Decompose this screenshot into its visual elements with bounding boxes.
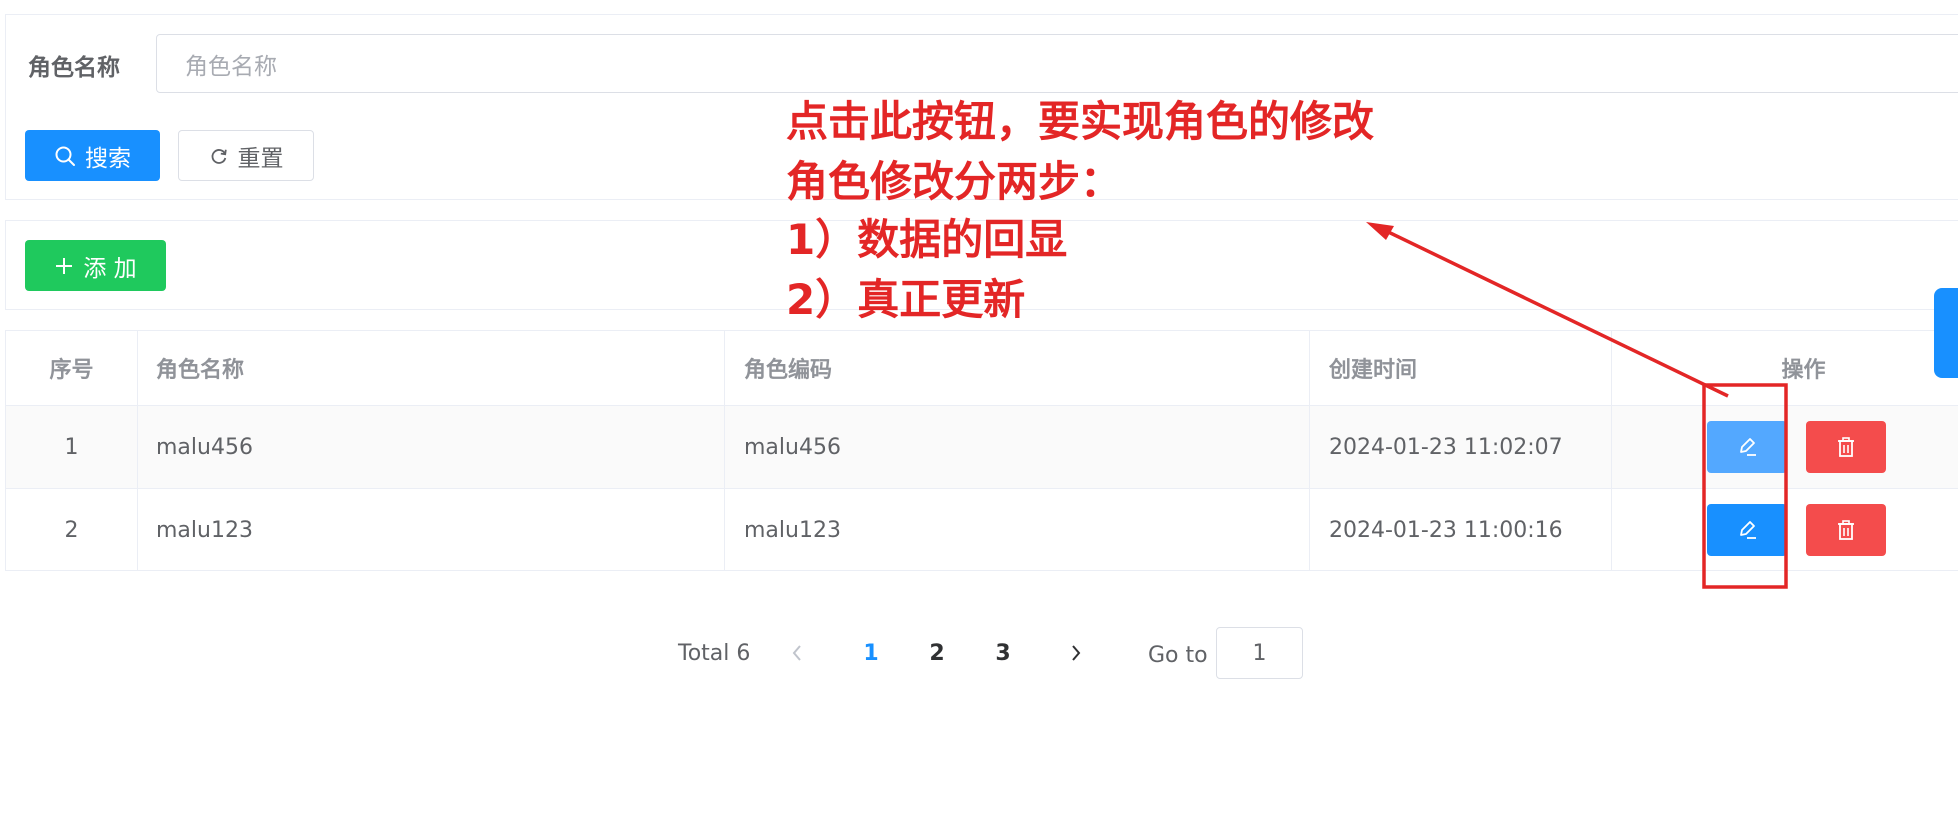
annotation-arrow (1366, 222, 1788, 589)
annotation-highlight-box (1702, 383, 1788, 589)
